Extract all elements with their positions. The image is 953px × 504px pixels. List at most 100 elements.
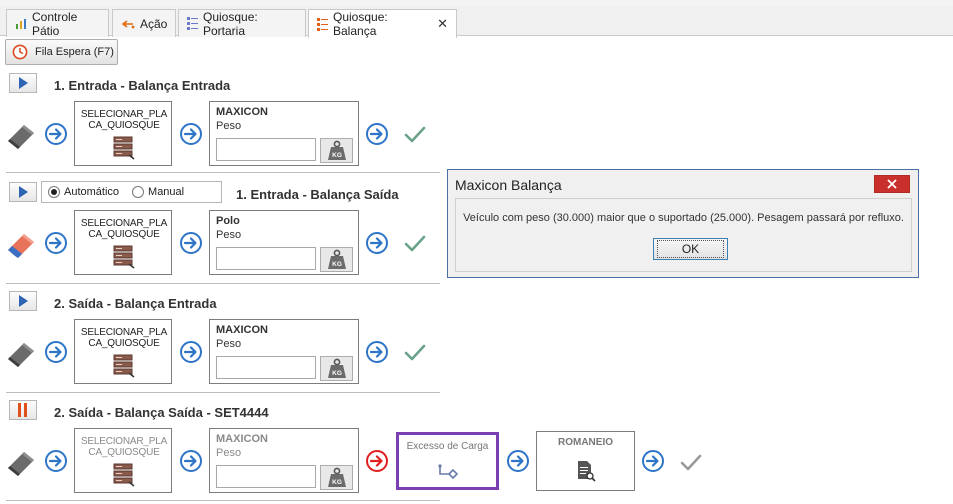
next-arrow-icon[interactable] xyxy=(179,340,203,364)
weight-input[interactable] xyxy=(216,247,316,270)
next-arrow-icon[interactable] xyxy=(365,122,389,146)
weigh-button[interactable] xyxy=(320,138,353,163)
list-icon xyxy=(187,17,198,30)
close-tab-icon[interactable]: ✕ xyxy=(437,16,448,32)
clock-icon xyxy=(12,44,28,60)
pause-button[interactable] xyxy=(9,400,37,420)
play-icon xyxy=(19,77,28,89)
weigh-button[interactable] xyxy=(320,465,353,490)
weight-kg-icon xyxy=(325,139,349,163)
romaneio-label: ROMANEIO xyxy=(558,437,613,448)
section-title: 1. Entrada - Balança Entrada xyxy=(54,78,231,93)
queue-button[interactable]: Fila Espera (F7) xyxy=(5,39,118,65)
dialog-ok-label: OK xyxy=(656,240,725,258)
next-arrow-icon[interactable] xyxy=(44,449,68,473)
bar-chart-icon xyxy=(15,18,27,30)
weight-input[interactable] xyxy=(216,465,316,488)
quiosque-step-label: SELECIONAR_PLACA_QUIOSQUE xyxy=(80,218,168,240)
queue-button-label: Fila Espera (F7) xyxy=(35,46,114,58)
next-arrow-icon[interactable] xyxy=(179,449,203,473)
server-icon xyxy=(113,136,135,160)
scale-weight-label: Peso xyxy=(216,338,242,350)
next-arrow-icon[interactable] xyxy=(44,231,68,255)
weight-input[interactable] xyxy=(216,356,316,379)
next-arrow-icon[interactable] xyxy=(179,231,203,255)
scale-name: MAXICON xyxy=(216,324,268,336)
eraser-icon[interactable] xyxy=(6,446,38,478)
dialog-message: Veículo com peso (30.000) maior que o su… xyxy=(463,212,904,224)
section-title: 1. Entrada - Balança Saída xyxy=(236,187,399,202)
workflow-icon xyxy=(438,464,459,480)
tab-label: Controle Pátio xyxy=(32,9,78,38)
scale-step-box: MAXICON Peso xyxy=(209,101,359,166)
close-icon xyxy=(887,179,897,189)
check-icon xyxy=(403,122,427,146)
radio-manual[interactable] xyxy=(132,186,145,198)
pause-icon xyxy=(18,403,27,417)
weight-kg-icon xyxy=(325,466,349,490)
weigh-button[interactable] xyxy=(320,247,353,272)
play-icon xyxy=(19,295,28,307)
next-arrow-icon[interactable] xyxy=(44,340,68,364)
maxicon-dialog: Maxicon Balança Veículo com peso (30.000… xyxy=(447,169,919,278)
tab-quiosque-portaria[interactable]: Quiosque: Portaria xyxy=(178,9,306,38)
play-button[interactable] xyxy=(9,291,37,311)
weight-kg-icon xyxy=(325,357,349,381)
eraser-icon[interactable] xyxy=(6,119,38,151)
section-title: 2. Saída - Balança Saída - SET4444 xyxy=(54,405,269,420)
radio-automatico-label[interactable]: Automático xyxy=(64,186,119,198)
quiosque-step-box[interactable]: SELECIONAR_PLACA_QUIOSQUE xyxy=(74,428,172,493)
dialog-close-button[interactable] xyxy=(874,175,910,193)
list-icon xyxy=(317,17,328,31)
next-arrow-icon[interactable] xyxy=(365,231,389,255)
tab-label: Quiosque: Balança xyxy=(333,10,388,38)
quiosque-step-box[interactable]: SELECIONAR_PLACA_QUIOSQUE xyxy=(74,210,172,275)
excess-load-step-box[interactable]: Excesso de Carga xyxy=(396,432,499,490)
scale-name: MAXICON xyxy=(216,433,268,445)
scale-weight-label: Peso xyxy=(216,120,242,132)
play-button[interactable] xyxy=(9,182,37,202)
scale-name: Polo xyxy=(216,215,240,227)
pending-check-icon xyxy=(679,450,703,474)
tab-label: Quiosque: Portaria xyxy=(203,9,258,38)
section-divider xyxy=(6,392,440,393)
scale-step-box: MAXICON Peso xyxy=(209,428,359,493)
play-icon xyxy=(19,186,28,198)
section-divider xyxy=(6,172,440,173)
tab-controle-patio[interactable]: Controle Pátio xyxy=(6,9,109,38)
tab-acao[interactable]: Ação xyxy=(112,9,176,37)
weigh-button[interactable] xyxy=(320,356,353,381)
action-arrows-icon xyxy=(121,18,135,30)
next-arrow-icon[interactable] xyxy=(44,122,68,146)
weight-input[interactable] xyxy=(216,138,316,161)
quiosque-step-box[interactable]: SELECIONAR_PLACA_QUIOSQUE xyxy=(74,101,172,166)
next-arrow-icon[interactable] xyxy=(365,340,389,364)
dialog-title: Maxicon Balança xyxy=(455,177,562,193)
next-arrow-icon[interactable] xyxy=(179,122,203,146)
eraser-icon[interactable] xyxy=(6,337,38,369)
section-title: 2. Saída - Balança Entrada xyxy=(54,296,217,311)
error-arrow-icon[interactable] xyxy=(365,449,389,473)
romaneio-step-box[interactable]: ROMANEIO xyxy=(536,431,635,491)
radio-manual-label[interactable]: Manual xyxy=(148,186,184,198)
check-icon xyxy=(403,340,427,364)
quiosque-step-label: SELECIONAR_PLACA_QUIOSQUE xyxy=(80,436,168,458)
dialog-ok-button[interactable]: OK xyxy=(653,238,728,260)
next-arrow-icon[interactable] xyxy=(641,449,665,473)
mode-radio-group: Automático Manual xyxy=(41,181,222,203)
radio-automatico[interactable] xyxy=(48,186,60,198)
tab-quiosque-balanca[interactable]: Quiosque: Balança ✕ xyxy=(308,9,457,38)
scale-name: MAXICON xyxy=(216,106,268,118)
quiosque-step-box[interactable]: SELECIONAR_PLACA_QUIOSQUE xyxy=(74,319,172,384)
eraser-icon[interactable] xyxy=(6,228,38,260)
server-icon xyxy=(113,354,135,378)
play-button[interactable] xyxy=(9,73,37,93)
quiosque-step-label: SELECIONAR_PLACA_QUIOSQUE xyxy=(80,109,168,131)
scale-step-box: Polo Peso xyxy=(209,210,359,275)
next-arrow-icon[interactable] xyxy=(506,449,530,473)
weight-kg-icon xyxy=(325,248,349,272)
section-divider xyxy=(6,500,440,501)
check-icon xyxy=(403,231,427,255)
scale-weight-label: Peso xyxy=(216,229,242,241)
document-search-icon xyxy=(578,461,596,482)
